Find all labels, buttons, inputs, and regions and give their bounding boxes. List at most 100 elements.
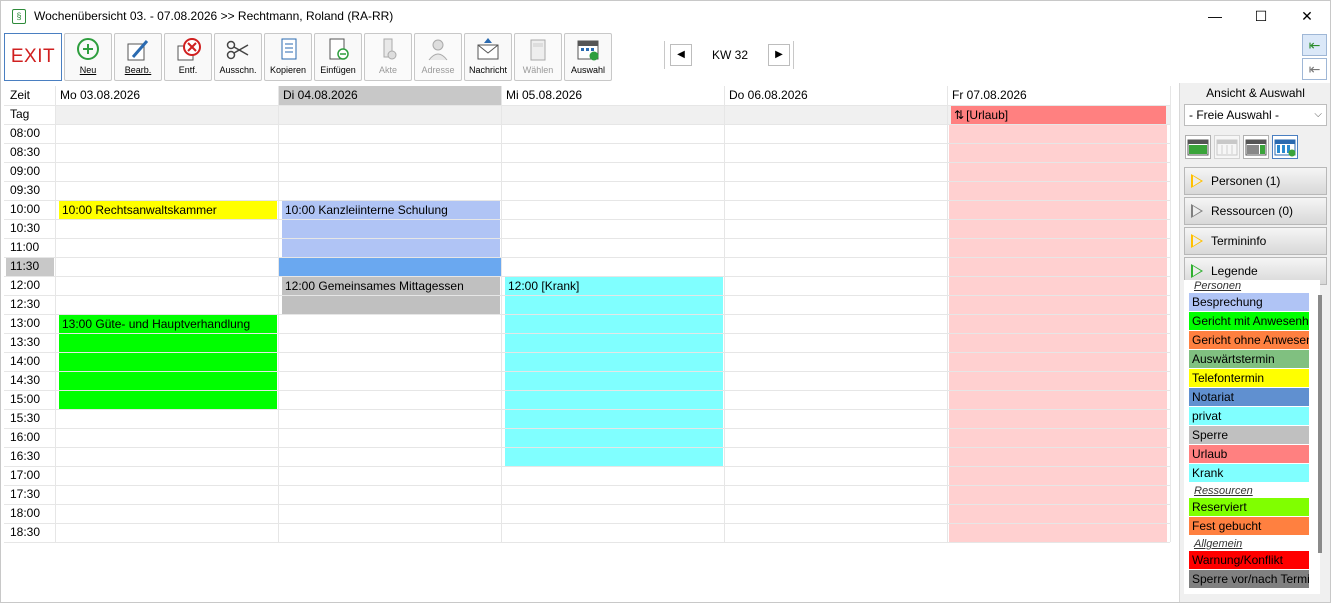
appointment-continuation[interactable] [505,410,723,428]
time-slot-label: 16:30 [10,449,41,463]
appointment-continuation[interactable] [59,391,277,409]
grid-row-line [4,181,1170,182]
appointment-continuation[interactable] [282,296,500,314]
legend-item: Auswärtstermin [1189,350,1309,368]
grid-row-line [4,523,1170,524]
legend-item: Notariat [1189,388,1309,406]
waehlen-button[interactable]: Wählen [514,33,562,81]
day-header-4[interactable]: Fr 07.08.2026 [947,86,1170,105]
next-week-button[interactable]: ▶ [768,44,790,66]
bearb-button[interactable]: Bearb. [114,33,162,81]
time-slot-label: 09:30 [10,183,41,197]
entf-button[interactable]: Entf. [164,33,212,81]
appointment-continuation[interactable] [505,334,723,352]
expand-panel-icon[interactable]: ⇤ [1302,58,1327,80]
nachricht-button-label: Nachricht [468,65,507,75]
selection-dropdown-value: - Freie Auswahl - [1189,108,1280,122]
time-slot-label: 18:00 [10,506,41,520]
time-slot-label: 08:00 [10,126,41,140]
appointment-continuation[interactable] [505,372,723,390]
appointment-continuation[interactable] [505,353,723,371]
chevron-down-icon: ⌵ [1314,109,1322,120]
grid-column-line [1170,86,1171,542]
auswahl-button[interactable]: Auswahl [564,33,612,81]
time-slot-label: 15:30 [10,411,41,425]
legend-item: Reserviert [1189,498,1309,516]
mail-icon [473,36,503,64]
section-ressourcen[interactable]: Ressourcen (0) [1184,197,1327,225]
section-personen[interactable]: Personen (1) [1184,167,1327,195]
legend-scrollbar[interactable] [1318,295,1322,553]
section-label: Termininfo [1211,234,1267,248]
legend-item: Besprechung [1189,293,1309,311]
neu-button[interactable]: Neu [64,33,112,81]
kopieren-button-label: Kopieren [269,65,307,75]
kopieren-button[interactable]: Kopieren [264,33,312,81]
legend-item: Telefontermin [1189,369,1309,387]
day-header-0[interactable]: Mo 03.08.2026 [55,86,278,105]
collapse-panel-icon[interactable]: ⇤ [1302,34,1327,56]
appointment[interactable]: 10:00 Kanzleiinterne Schulung [282,201,500,219]
adresse-button[interactable]: Adresse [414,33,462,81]
week-view-icon[interactable] [1214,135,1240,159]
appointment-continuation[interactable] [505,315,723,333]
appointment-continuation[interactable] [505,296,723,314]
legend-item: Gericht mit Anwesenheit [1189,312,1309,330]
grid-row-line [4,485,1170,486]
grid-row-line [4,504,1170,505]
appointment[interactable]: 12:00 Gemeinsames Mittagessen [282,277,500,295]
scissors-icon [223,36,253,64]
exit-button[interactable]: EXIT [4,33,62,81]
legend-group-title: Allgemein [1194,538,1243,550]
appointment[interactable]: 10:00 Rechtsanwaltskammer [59,201,277,219]
day-header-1[interactable]: Di 04.08.2026 [278,86,501,105]
legend-item: Urlaub [1189,445,1309,463]
time-slot-label: 14:00 [10,354,41,368]
minimize-button[interactable]: — [1192,1,1238,31]
plus-circle-icon [73,36,103,64]
neu-button-label: Neu [79,65,97,75]
close-button[interactable]: ✕ [1284,1,1330,31]
time-slot-label: 13:00 [10,316,41,330]
legend-item: Sperre vor/nach Termin [1189,570,1309,588]
selection-dropdown[interactable]: - Freie Auswahl - ⌵ [1184,104,1327,126]
day-view-icon[interactable] [1185,135,1211,159]
appointment[interactable]: 13:00 Güte- und Hauptverhandlung [59,315,277,333]
legend-item: Sperre [1189,426,1309,444]
appointment-continuation[interactable] [505,429,723,447]
grid-row-line [4,542,1170,543]
time-slot-label: 18:30 [10,525,41,539]
phone-icon [523,36,553,64]
current-time-slot [279,257,501,276]
maximize-button[interactable]: ☐ [1238,1,1284,31]
appointment[interactable]: 12:00 [Krank] [505,277,723,295]
week-navigator: ◀ KW 32 ▶ [664,41,794,69]
appointment-continuation[interactable] [59,353,277,371]
grid-row-line [4,143,1170,144]
person-icon [423,36,453,64]
prev-week-button[interactable]: ◀ [670,44,692,66]
section-termininfo[interactable]: Termininfo [1184,227,1327,255]
nachricht-button[interactable]: Nachricht [464,33,512,81]
day-header-2[interactable]: Mi 05.08.2026 [501,86,724,105]
delete-circle-icon [173,36,203,64]
appointment-continuation[interactable] [59,372,277,390]
appointment-continuation[interactable] [505,448,723,466]
month-view-icon[interactable] [1272,135,1298,159]
toolbar: EXIT Neu Bearb. Entf. Ausschn. Kopieren Einfü… [1,31,1330,83]
akte-button[interactable]: Akte [364,33,412,81]
day-header-3[interactable]: Do 06.08.2026 [724,86,947,105]
time-slot-label: 17:00 [10,468,41,482]
grid-row-line [4,257,1170,258]
appointment-continuation[interactable] [282,239,500,257]
time-slot-label: 17:30 [10,487,41,501]
appointment-continuation[interactable] [59,334,277,352]
appointment-continuation[interactable] [282,220,500,238]
ausschn-button[interactable]: Ausschn. [214,33,262,81]
appointment-continuation[interactable] [505,391,723,409]
einfuegen-button[interactable]: Einfügen [314,33,362,81]
grid-column-line [947,86,948,542]
workweek-view-icon[interactable] [1243,135,1269,159]
grid-row-line [4,162,1170,163]
allday-event[interactable]: ⇅ [Urlaub] [951,106,1166,124]
